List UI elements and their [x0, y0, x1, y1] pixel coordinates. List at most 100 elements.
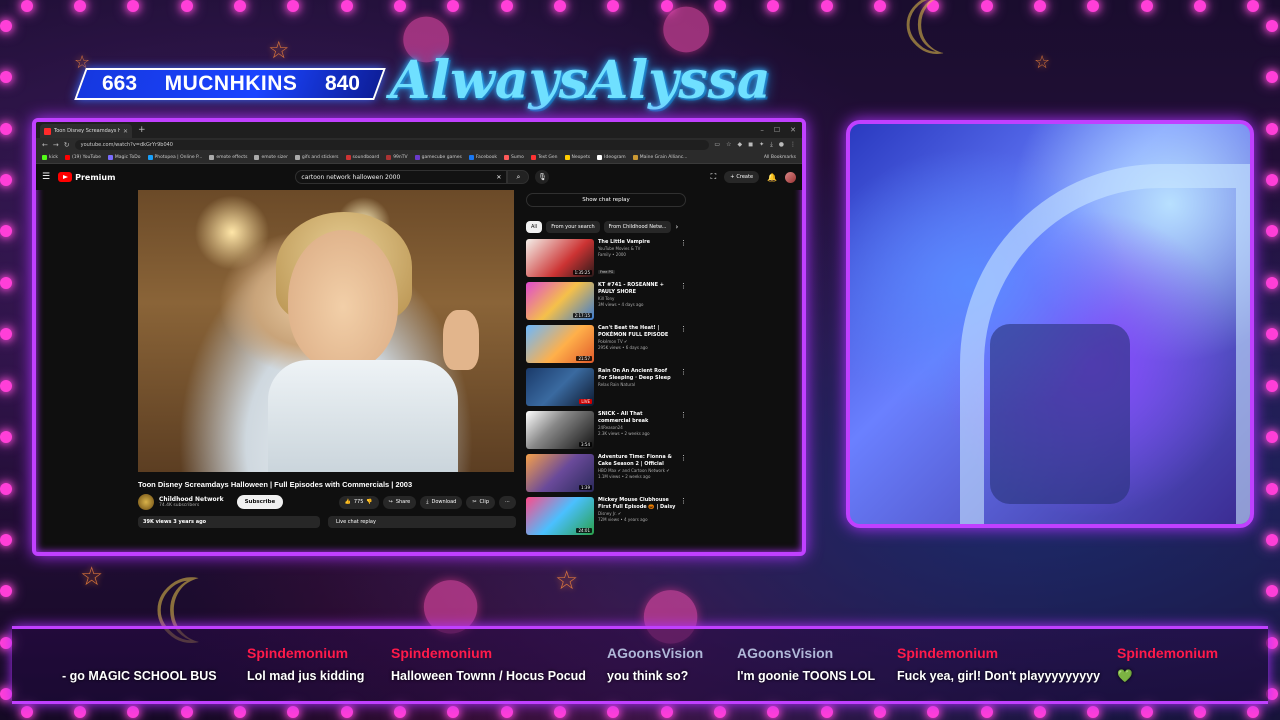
like-button[interactable]: 👍 775 👎 — [338, 495, 379, 509]
duration-badge: LIVE — [579, 399, 592, 404]
bookmark-label: Ideogram — [604, 155, 626, 160]
recommendation-item[interactable]: 1:39 Adventure Time: Fionna & Cake Season… — [526, 454, 687, 492]
bookmark-item[interactable]: Sumo — [504, 155, 524, 160]
extension-icon[interactable]: ◆ — [737, 141, 742, 149]
cast-icon[interactable]: ▭ — [714, 141, 720, 149]
bookmark-item[interactable]: soundboard — [345, 155, 379, 160]
show-chat-replay-button[interactable]: Show chat replay — [526, 193, 686, 207]
recommendation-item[interactable]: 3:54 SNICK - All That commercial break (1… — [526, 411, 687, 449]
download-button[interactable]: ⤓ Download — [420, 495, 463, 509]
chevron-right-icon[interactable]: › — [675, 223, 678, 231]
more-options-icon[interactable]: ⋮ — [680, 239, 687, 277]
chip-from-channel[interactable]: From Childhood Netw... — [603, 221, 672, 233]
recommendation-title: KT #741 - ROSEANNE + PAULY SHORE — [598, 282, 664, 295]
menu-icon[interactable]: ☰ — [42, 172, 50, 182]
minimize-icon[interactable]: – — [760, 126, 764, 134]
recommendation-thumbnail[interactable]: 3:54 — [526, 411, 594, 449]
more-options-icon[interactable]: ⋮ — [680, 411, 687, 449]
share-icon: ↪ — [388, 499, 393, 505]
recommendation-thumbnail[interactable]: LIVE — [526, 368, 594, 406]
bookmark-item[interactable]: emote effects — [209, 155, 247, 160]
recommendation-thumbnail[interactable]: 24:01 — [526, 497, 594, 535]
recommendation-thumbnail[interactable]: 1:35:25 — [526, 239, 594, 277]
search-input[interactable]: cartoon network halloween 2000 ✕ — [295, 170, 508, 184]
more-options-icon[interactable]: ⋮ — [680, 368, 687, 406]
recommendation-title: Rain On An Ancient Roof For Sleeping · D… — [598, 368, 671, 381]
bookmark-item[interactable]: (19) YouTube — [64, 155, 101, 160]
star-icon: ☆ — [555, 566, 579, 596]
bookmark-item[interactable]: kick — [42, 155, 58, 160]
chat-message: AGoonsVision I'm goonie TOONS LOL — [737, 645, 875, 683]
bookmark-item[interactable]: Facebook — [468, 155, 498, 160]
recommendation-thumbnail[interactable]: 21:57 — [526, 325, 594, 363]
search-button[interactable]: ⌕ — [507, 170, 530, 184]
clip-button[interactable]: ✂ Clip — [466, 495, 495, 509]
youtube-logo[interactable]: Premium — [58, 172, 115, 182]
back-icon[interactable]: ← — [42, 141, 48, 149]
more-options-icon[interactable]: ⋮ — [680, 497, 687, 535]
bookmark-favicon-icon — [530, 155, 536, 160]
bookmark-item[interactable]: Neopets — [564, 155, 590, 160]
puzzle-icon[interactable]: ✦ — [759, 141, 764, 149]
channel-avatar[interactable] — [138, 494, 154, 510]
cast-icon[interactable]: ⛶ — [711, 172, 717, 182]
channel-name[interactable]: Childhood Network — [159, 496, 224, 503]
recommendation-thumbnail[interactable]: 1:39 — [526, 454, 594, 492]
browser-tab[interactable]: Toon Disney Screamdays Hallo... ✕ — [40, 124, 132, 138]
profile-icon[interactable]: ● — [779, 141, 784, 149]
bookmark-item[interactable]: Text Gen — [530, 155, 558, 160]
more-options-icon[interactable]: ⋮ — [680, 282, 687, 320]
clear-search-icon[interactable]: ✕ — [496, 174, 501, 181]
bookmark-label: Facebook — [475, 155, 498, 160]
recommendation-thumbnail[interactable]: 2:17:15 — [526, 282, 594, 320]
voice-search-button[interactable]: 🎙 — [535, 170, 550, 184]
description-box[interactable]: 39K views 3 years ago — [138, 516, 320, 528]
recommendation-title: Can't Beat the Heat! | POKÉMON FULL EPIS… — [598, 325, 669, 338]
more-options-icon[interactable]: ⋮ — [680, 325, 687, 363]
recommendation-title: Mickey Mouse Clubhouse First Full Episod… — [598, 497, 676, 510]
bookmark-item[interactable]: Ideogram — [597, 155, 626, 160]
bookmark-star-icon[interactable]: ☆ — [726, 141, 731, 149]
bookmark-item[interactable]: gifs and stickers — [294, 155, 339, 160]
bookmark-favicon-icon — [597, 155, 603, 160]
menu-dots-icon[interactable]: ⋮ — [790, 141, 796, 149]
live-chat-replay-header[interactable]: Live chat replay — [328, 516, 516, 528]
thumbs-down-icon[interactable]: 👎 — [366, 499, 372, 505]
bookmark-item[interactable]: emote sizer — [254, 155, 288, 160]
notifications-bell-icon[interactable]: 🔔 — [767, 173, 777, 182]
bookmark-item[interactable]: Photopea | Online P... — [147, 155, 202, 160]
share-button[interactable]: ↪ Share — [382, 495, 417, 509]
maximize-icon[interactable]: ☐ — [774, 126, 780, 134]
bookmark-item[interactable]: gamecube games — [414, 155, 462, 160]
all-bookmarks-button[interactable]: All Bookmarks — [764, 155, 796, 160]
url-field[interactable]: youtube.com/watch?v=dkGrYr9b040 — [74, 140, 710, 150]
close-window-icon[interactable]: ✕ — [790, 126, 796, 134]
video-player[interactable] — [138, 190, 514, 472]
recommendation-item[interactable]: LIVE Rain On An Ancient Roof For Sleeping… — [526, 368, 687, 406]
tab-title: Toon Disney Screamdays Hallo... — [54, 128, 120, 134]
bookmark-item[interactable]: Maine Grain Allianc... — [632, 155, 687, 160]
subscribe-button[interactable]: Subscribe — [236, 495, 284, 509]
neon-dots-bottom — [0, 706, 1280, 720]
avatar[interactable] — [785, 171, 796, 183]
recommendation-item[interactable]: 1:35:25 The Little Vampire YouTube Movies … — [526, 239, 687, 277]
close-tab-icon[interactable]: ✕ — [123, 128, 128, 135]
chat-username: Spindemonium — [391, 645, 493, 661]
bookmark-item[interactable]: 99nTV — [386, 155, 408, 160]
download-icon[interactable]: ⤓ — [770, 141, 773, 149]
chip-from-search[interactable]: From your search — [546, 221, 600, 233]
more-options-icon[interactable]: ⋮ — [680, 454, 687, 492]
chip-all[interactable]: All — [526, 221, 543, 233]
recommendation-item[interactable]: 24:01 Mickey Mouse Clubhouse First Full E… — [526, 497, 687, 535]
scissors-icon: ✂ — [472, 499, 477, 505]
create-button[interactable]: + Create — [724, 171, 760, 183]
bookmark-item[interactable]: Magic ToDo — [107, 155, 141, 160]
forward-icon[interactable]: → — [53, 141, 59, 149]
duration-badge: 21:57 — [576, 356, 592, 361]
extension-icon[interactable]: ◼ — [748, 141, 753, 149]
reload-icon[interactable]: ↻ — [64, 141, 70, 149]
more-actions-button[interactable]: ⋯ — [499, 495, 516, 509]
recommendation-item[interactable]: 21:57 Can't Beat the Heat! | POKÉMON FULL… — [526, 325, 687, 363]
recommendation-item[interactable]: 2:17:15 KT #741 - ROSEANNE + PAULY SHORE K… — [526, 282, 687, 320]
new-tab-icon[interactable]: + — [138, 125, 146, 135]
